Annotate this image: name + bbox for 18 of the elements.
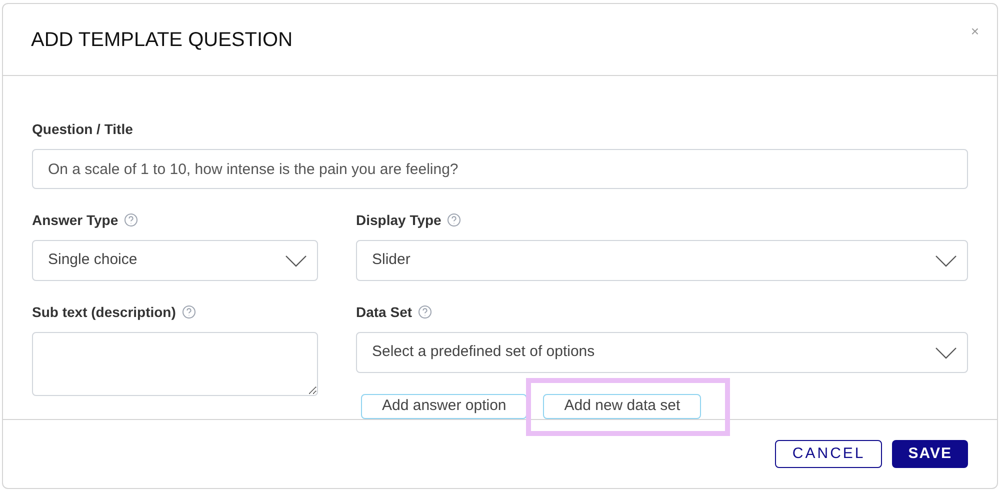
field-label: Data Set	[356, 302, 412, 322]
field-label: Sub text (description)	[32, 302, 176, 322]
cancel-button[interactable]: CANCEL	[775, 440, 882, 468]
chevron-down-icon	[935, 254, 957, 266]
dropdown-select[interactable]: Slider	[356, 240, 968, 281]
chevron-down-icon	[935, 346, 957, 358]
field-label: Display Type	[356, 210, 442, 230]
dropdown-select[interactable]: Select a predefined set of options	[356, 332, 968, 373]
save-button[interactable]: SAVE	[892, 440, 968, 468]
chevron-down-icon	[285, 254, 307, 266]
dropdown-select[interactable]: Single choice	[32, 240, 318, 281]
add-option-button[interactable]: Add new data set	[543, 394, 702, 419]
add-option-button[interactable]: Add answer option	[361, 394, 528, 419]
field-label: Answer Type	[32, 210, 118, 230]
question-field[interactable]: On a scale of 1 to 10, how intense is the pain you are feeling?	[32, 149, 968, 189]
field-label: Question / Title	[32, 120, 133, 139]
dialog-title: ADD TEMPLATE QUESTION	[31, 28, 293, 52]
description-field[interactable]	[32, 332, 318, 396]
